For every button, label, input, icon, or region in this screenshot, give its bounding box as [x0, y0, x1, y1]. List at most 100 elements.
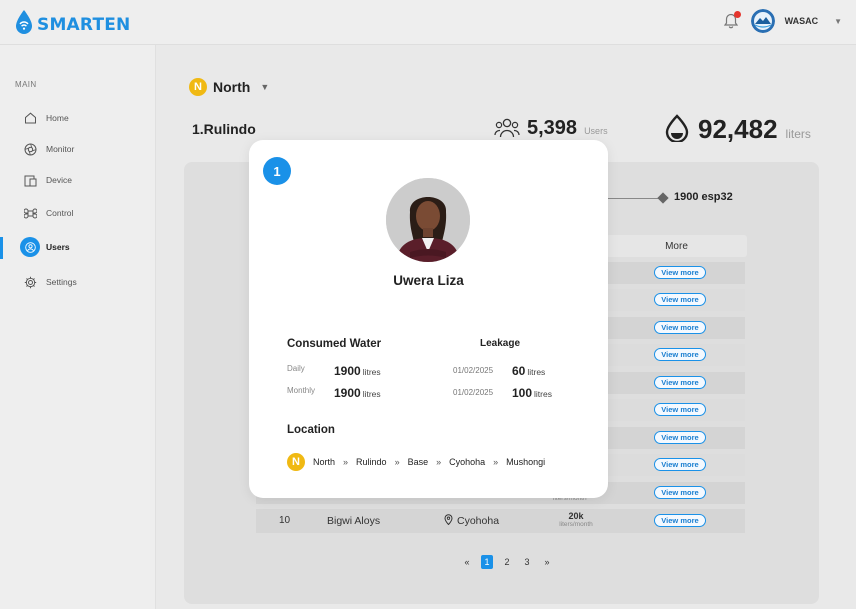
chevron-down-icon[interactable]: ▼: [834, 17, 842, 26]
user-icon: [20, 237, 40, 257]
row-location-text: Cyohoha: [457, 515, 500, 527]
view-more-button[interactable]: View more: [654, 431, 706, 444]
leakage-amount: 60 litres: [512, 364, 545, 378]
consumed-title: Consumed Water: [287, 338, 382, 350]
chevron-right-icon: »: [394, 457, 400, 467]
breadcrumb-item[interactable]: North: [313, 457, 335, 467]
sidebar-item-label: Device: [46, 175, 72, 185]
view-more-button[interactable]: View more: [654, 458, 706, 471]
device-label: 1900 esp32: [674, 191, 733, 203]
region-select[interactable]: N North ▼: [189, 78, 269, 96]
sidebar-item-label: Control: [46, 208, 74, 218]
users-count: 5,398: [527, 117, 578, 139]
leakage-unit: litres: [527, 367, 546, 377]
brand-name: SMARTEN: [37, 14, 131, 35]
chevron-down-icon[interactable]: ▼: [260, 82, 269, 92]
leakage-title: Leakage: [480, 338, 521, 349]
water-drop-icon: [14, 9, 34, 40]
notification-bell-icon[interactable]: [721, 10, 741, 32]
monthly-label: Monthly: [287, 386, 316, 395]
breadcrumb-item[interactable]: Mushongi: [506, 457, 545, 467]
sidebar-item-home[interactable]: Home: [20, 108, 69, 128]
sidebar-section-label: MAIN: [15, 80, 37, 89]
region-badge: N: [189, 78, 207, 96]
org-name[interactable]: WASAC: [785, 16, 819, 26]
pagination: « 1 2 3 »: [461, 555, 553, 569]
sidebar-item-label: Monitor: [46, 144, 75, 154]
pagination-next[interactable]: »: [541, 555, 553, 569]
view-more-button[interactable]: View more: [654, 514, 706, 527]
top-bar: SMARTEN WASAC ▼: [0, 0, 856, 45]
monthly-value: 1900: [334, 386, 361, 400]
pagination-prev[interactable]: «: [461, 555, 473, 569]
view-more-button[interactable]: View more: [654, 348, 706, 361]
column-header-more: More: [606, 235, 747, 257]
daily-value: 1900: [334, 364, 361, 378]
monthly-consumption: 1900 litres: [334, 386, 381, 400]
water-drop-icon: [664, 114, 690, 147]
chevron-right-icon: »: [493, 457, 499, 467]
command-icon: [20, 207, 40, 220]
region-name: North: [213, 79, 251, 95]
leakage-date: 01/02/2025: [453, 366, 494, 375]
area-title: 1.Rulindo: [192, 121, 256, 137]
view-more-button[interactable]: View more: [654, 376, 706, 389]
row-consumption: 20k liters/month: [553, 511, 599, 528]
daily-unit: litres: [362, 367, 381, 377]
view-more-button[interactable]: View more: [654, 321, 706, 334]
location-pin-icon: [444, 514, 453, 528]
gear-icon: [20, 276, 40, 289]
breadcrumb-item[interactable]: Cyohoha: [449, 457, 485, 467]
sidebar-item-users[interactable]: Users: [20, 237, 70, 257]
sidebar-item-label: Settings: [46, 277, 77, 287]
org-logo[interactable]: [750, 9, 775, 33]
row-value: 20k: [568, 511, 584, 521]
breadcrumb-item[interactable]: Base: [408, 457, 429, 467]
leakage-amount: 100 litres: [512, 386, 552, 400]
breadcrumb-item[interactable]: Rulindo: [356, 457, 387, 467]
region-badge: N: [287, 453, 305, 471]
location-title: Location: [287, 424, 335, 436]
user-name: Uwera Liza: [393, 273, 464, 288]
avatar: [386, 178, 470, 262]
users-unit: Users: [584, 126, 608, 136]
daily-consumption: 1900 litres: [334, 364, 381, 378]
pagination-page-3[interactable]: 3: [521, 555, 533, 569]
row-unit: liters/month: [559, 521, 593, 528]
row-index: 10: [279, 515, 291, 526]
user-detail-modal: 1 Uwera Liza Consumed Water Daily 1900 li…: [249, 140, 608, 498]
liters-unit: liters: [785, 127, 811, 141]
monthly-unit: litres: [362, 389, 381, 399]
sidebar: MAIN Home Monitor Device Control Users S…: [0, 45, 156, 609]
device-connector: [608, 198, 662, 199]
sidebar-item-settings[interactable]: Settings: [20, 272, 77, 292]
devices-icon: [20, 174, 40, 187]
view-more-button[interactable]: View more: [654, 293, 706, 306]
notification-dot: [733, 11, 741, 18]
leakage-value: 60: [512, 364, 526, 378]
row-location: Cyohoha: [444, 514, 499, 528]
liters-stat: 92,482 liters: [664, 114, 811, 147]
chevron-right-icon: »: [343, 457, 349, 467]
sidebar-item-label: Home: [46, 113, 69, 123]
view-more-button[interactable]: View more: [654, 486, 706, 499]
view-more-button[interactable]: View more: [654, 266, 706, 279]
pagination-page-2[interactable]: 2: [501, 555, 513, 569]
pagination-page-1[interactable]: 1: [481, 555, 493, 569]
sidebar-item-device[interactable]: Device: [20, 170, 72, 190]
user-rank-badge: 1: [263, 157, 291, 185]
sidebar-item-monitor[interactable]: Monitor: [20, 139, 74, 159]
brand[interactable]: SMARTEN: [14, 9, 130, 40]
leakage-date: 01/02/2025: [453, 388, 494, 397]
leakage-unit: litres: [534, 389, 552, 399]
location-breadcrumb: N North » Rulindo » Base » Cyohoha » Mus…: [287, 453, 545, 471]
leakage-value: 100: [512, 386, 533, 400]
sidebar-item-label: Users: [46, 242, 70, 252]
home-icon: [20, 112, 40, 124]
liters-count: 92,482: [698, 114, 778, 144]
row-name: Bigwi Aloys: [327, 515, 381, 527]
view-more-button[interactable]: View more: [654, 403, 706, 416]
sidebar-item-control[interactable]: Control: [20, 203, 73, 223]
aperture-icon: [20, 143, 40, 156]
active-indicator: [0, 237, 3, 259]
